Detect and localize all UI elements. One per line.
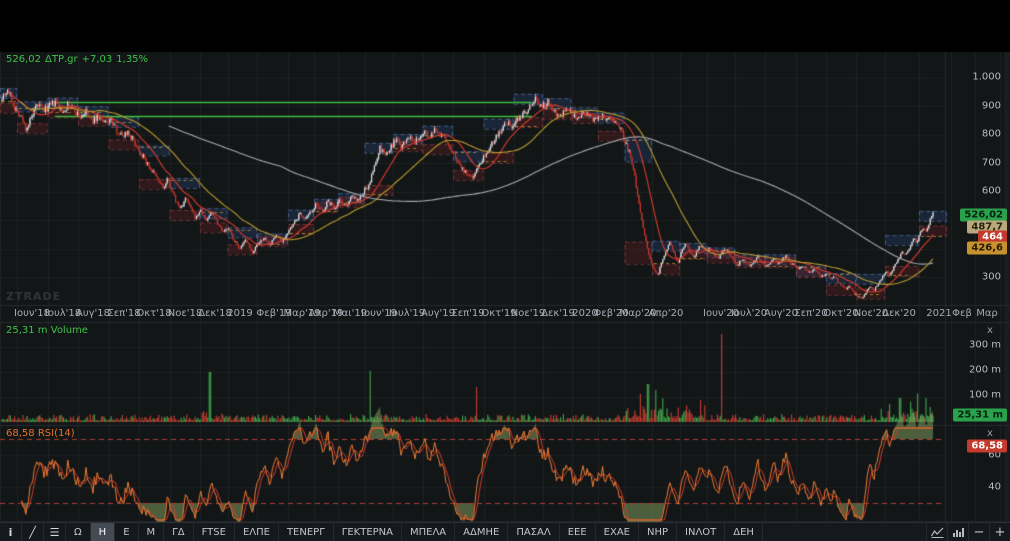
time-axis-tick: Απρ'20 [649,308,684,319]
time-axis-tick: 2021 [926,308,951,319]
time-axis-tick: Δεκ'20 [882,308,916,319]
rsi-name: RSI(14) [38,428,75,439]
quote-change-pct: 1,35% [116,54,148,65]
info-icon[interactable]: i [0,523,22,541]
rsi-axis-label: 40 [988,482,1001,493]
ticker-tab-ΓΔ[interactable]: ΓΔ [164,523,193,541]
volume-indicator-label: 25,31 m Volume [6,325,88,336]
time-axis-tick: Ιουλ'19 [389,308,425,319]
price-axis-label: 700 [982,158,1001,169]
zoom-out-button[interactable]: − [968,523,989,541]
time-axis-tick: Δεκ'19 [541,308,575,319]
price-axis-badge: 426,6 [967,242,1007,255]
volume-axis-badge: 25,31 m [953,409,1007,422]
volume-name: Volume [51,325,88,336]
ticker-tab-ΤΕΝΕΡΓ[interactable]: ΤΕΝΕΡΓ [279,523,334,541]
ticker-tab-ΠΑΣΑΛ[interactable]: ΠΑΣΑΛ [508,523,559,541]
platform-watermark: ZTRADE [6,290,61,303]
ticker-tab-FTSE[interactable]: FTSE [194,523,235,541]
time-axis-tick: Αυγ'20 [764,308,798,319]
rsi-value: 68,58 [6,428,35,439]
time-axis-tick: 2019 [227,308,252,319]
ticker-tab-Μ[interactable]: Μ [139,523,165,541]
time-axis-tick: Οκτ'18 [136,308,171,319]
quote-line: 526,02 ΔΤΡ.gr +7,031,35% [6,54,152,65]
ticker-tab-ΕΧΑΕ[interactable]: ΕΧΑΕ [596,523,639,541]
chart-style-icon[interactable] [926,523,947,541]
quote-symbol: ΔΤΡ.gr [45,54,78,65]
quote-last-price: 526,02 [6,54,41,65]
trendline-tool-icon[interactable]: ╱ [22,523,44,541]
bottom-toolbar: i╱☰ ΩΗΕΜΓΔFTSEΕΛΠΕΤΕΝΕΡΓΓΕΚΤΕΡΝΑΜΠΕΛΑΑΔΜ… [0,522,1010,541]
ticker-tab-ΔΕΗ[interactable]: ΔΕΗ [725,523,763,541]
price-axis-label: 800 [982,129,1001,140]
rsi-indicator-label: 68,58 RSI(14) [6,428,75,439]
time-axis-tick: Φεβ [952,308,972,319]
price-axis-label: 900 [982,101,1001,112]
chart-canvas[interactable] [0,0,1010,541]
volume-axis-label: 300 m [969,340,1001,351]
ticker-tab-ΓΕΚΤΕΡΝΑ[interactable]: ΓΕΚΤΕΡΝΑ [334,523,402,541]
volume-axis-label: 200 m [969,365,1001,376]
ticker-tab-ΕΛΠΕ[interactable]: ΕΛΠΕ [235,523,279,541]
ticker-tab-ΝΗΡ[interactable]: ΝΗΡ [639,523,677,541]
time-axis-tick: Μαρ [976,308,998,319]
zoom-in-button[interactable]: + [989,523,1010,541]
time-axis-tick: Αυγ'18 [76,308,110,319]
price-axis-label: 1.000 [972,72,1001,83]
quote-change: +7,03 [82,54,113,65]
rsi-axis-badge: 68,58 [967,440,1007,453]
volume-panel-close-button[interactable]: x [984,325,996,337]
ticker-tabs: ΩΗΕΜΓΔFTSEΕΛΠΕΤΕΝΕΡΓΓΕΚΤΕΡΝΑΜΠΕΛΑΑΔΜΗΕΠΑ… [66,523,763,541]
trading-chart-app: 526,02 ΔΤΡ.gr +7,031,35% ZTRADE 1.000 900 80… [0,0,1010,541]
ticker-tab-Ε[interactable]: Ε [115,523,138,541]
ticker-tab-ΙΝΛΟΤ[interactable]: ΙΝΛΟΤ [677,523,725,541]
time-axis-tick: Αυγ'19 [421,308,455,319]
ticker-tab-Ω[interactable]: Ω [66,523,91,541]
time-axis-tick: Νοε'19 [511,308,545,319]
toolbar-right-icons: − + [926,523,1010,541]
volume-value: 25,31 m [6,325,48,336]
ticker-tab-ΑΔΜΗΕ[interactable]: ΑΔΜΗΕ [455,523,508,541]
time-axis-tick: Σεπ'19 [451,308,484,319]
ticker-tab-ΜΠΕΛΑ[interactable]: ΜΠΕΛΑ [402,523,455,541]
toolbar-left-icons: i╱☰ [0,523,66,541]
price-axis-label: 600 [982,186,1001,197]
time-axis-tick: Νοε'18 [168,308,202,319]
watchlist-icon[interactable]: ☰ [44,523,66,541]
ticker-tab-Η[interactable]: Η [91,523,116,541]
rsi-panel-close-button[interactable]: x [984,428,996,440]
price-axis-label: 300 [982,272,1001,283]
ticker-tab-ΕΕΕ[interactable]: ΕΕΕ [560,523,596,541]
time-axis-tick: Ιουλ'20 [731,308,767,319]
volume-indicator-icon[interactable] [947,523,968,541]
volume-axis-label: 100 m [969,390,1001,401]
